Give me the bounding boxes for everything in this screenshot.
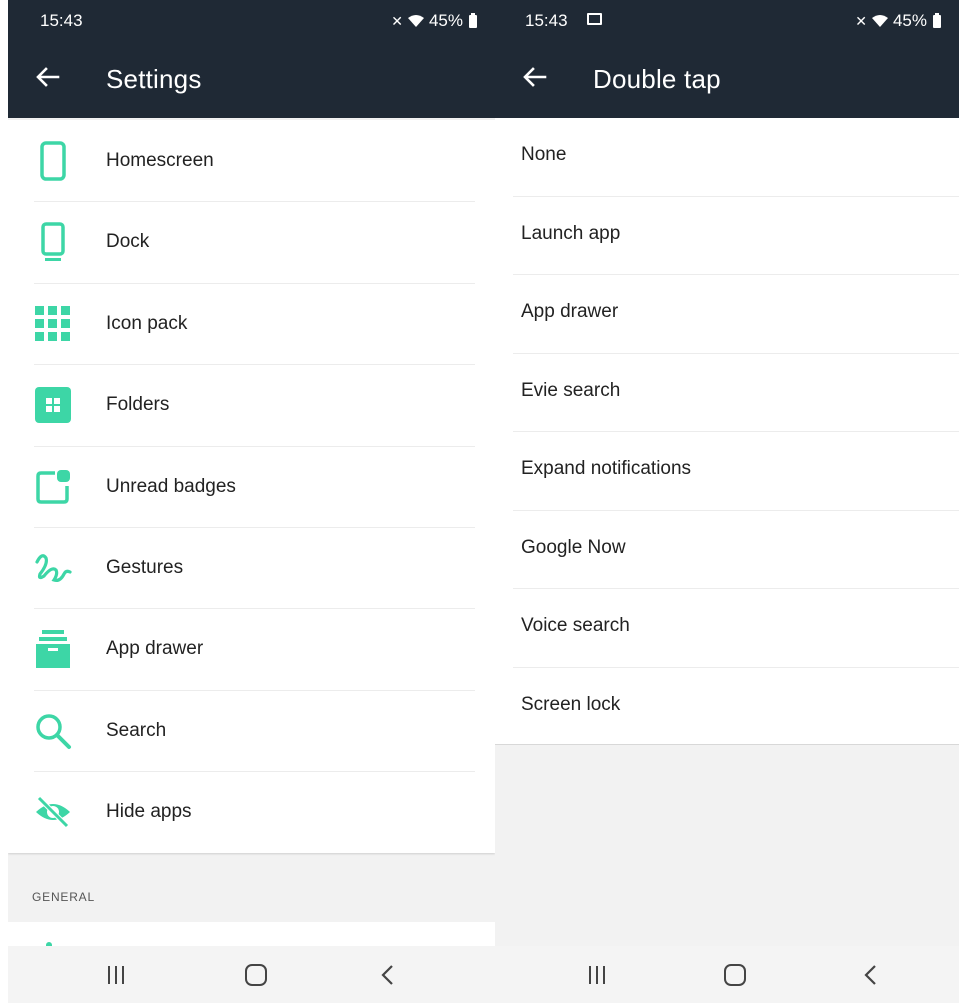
option-evie-search[interactable]: Evie search [495,354,959,433]
option-label: Launch app [521,222,621,244]
chevron-left-icon [381,964,393,985]
back-button[interactable] [841,946,901,1003]
mute-icon: ✕ [391,12,403,29]
home-icon [245,963,267,986]
option-none[interactable]: None [495,118,959,197]
grid-icon [32,303,74,345]
phone-icon [32,140,74,182]
dock-icon [32,221,74,263]
status-bar: 15:43 ✕ 45% [8,0,495,40]
settings-item-label: Unread badges [106,475,236,497]
settings-item-label: Hide apps [106,801,192,823]
image-notification-icon [587,13,602,25]
status-time: 15:43 [525,11,568,30]
badge-icon [32,466,74,508]
settings-item-folders[interactable]: Folders [8,364,495,447]
settings-item-label: Search [106,719,167,741]
option-label: Screen lock [521,693,621,715]
option-label: Expand notifications [521,458,692,479]
settings-item-homescreen[interactable]: Homescreen [8,120,495,203]
status-bar: 15:43 ✕ 45% [495,0,959,40]
settings-item-label: Gestures [106,556,184,578]
option-app-drawer[interactable]: App drawer [495,275,959,354]
mute-icon: ✕ [855,12,867,29]
navigation-bar [495,946,959,1003]
settings-item-dock[interactable]: Dock [8,201,495,285]
recents-icon [589,965,605,984]
option-voice-search[interactable]: Voice search [495,589,959,668]
section-header-general: GENERAL [32,890,95,904]
home-icon [724,963,746,986]
settings-item-label: App drawer [106,638,204,660]
settings-screen: 15:43 ✕ 45% Settings Homescreen Dock Ico… [0,0,495,1003]
wifi-icon [407,15,424,27]
gesture-icon [32,547,74,589]
back-button[interactable] [358,946,418,1003]
option-google-now[interactable]: Google Now [495,511,959,590]
battery-icon [469,12,477,28]
settings-item-label: Dock [106,231,150,253]
chevron-left-icon [864,964,876,985]
battery-percent: 45% [428,11,463,30]
option-label: Voice search [521,615,630,636]
hide-icon [32,791,74,833]
back-arrow-icon[interactable] [521,63,549,91]
home-button[interactable] [226,946,286,1003]
page-title: Double tap [593,64,721,94]
double-tap-options: None Launch app App drawer Evie search E… [495,118,959,745]
option-label: None [521,144,567,165]
app-bar: Settings [8,40,495,118]
wifi-icon [871,15,888,27]
settings-item-gestures[interactable]: Gestures [8,527,495,610]
option-expand-notifications[interactable]: Expand notifications [495,432,959,511]
option-label: Evie search [521,379,621,401]
settings-list: Homescreen Dock Icon pack Folders Unread… [8,120,495,853]
settings-item-search[interactable]: Search [8,690,495,773]
search-icon [32,710,74,752]
settings-item-label: Icon pack [106,312,188,334]
home-button[interactable] [705,946,765,1003]
app-drawer-icon [32,628,74,670]
settings-item-unread-badges[interactable]: Unread badges [8,446,495,529]
settings-item-hide-apps[interactable]: Hide apps [8,771,495,852]
recents-icon [108,965,124,984]
settings-item-label: Folders [106,394,170,416]
page-title: Settings [106,64,202,94]
status-time: 15:43 [40,11,83,30]
folder-icon [32,384,74,426]
option-launch-app[interactable]: Launch app [495,197,959,276]
navigation-bar [8,946,495,1003]
option-label: Google Now [521,536,626,558]
option-screen-lock[interactable]: Screen lock [495,668,959,747]
app-bar: Double tap [495,40,959,118]
settings-item-app-drawer[interactable]: App drawer [8,608,495,692]
settings-item-icon-pack[interactable]: Icon pack [8,283,495,366]
option-label: App drawer [521,301,619,322]
battery-percent: 45% [892,11,927,30]
settings-item-label: Homescreen [106,150,214,171]
double-tap-screen: 15:43 ✕ 45% Double tap None Launch app A… [495,0,959,1003]
general-list [8,922,495,946]
recents-button[interactable] [567,946,627,1003]
battery-icon [933,12,941,28]
back-arrow-icon[interactable] [34,63,62,91]
recents-button[interactable] [86,946,146,1003]
